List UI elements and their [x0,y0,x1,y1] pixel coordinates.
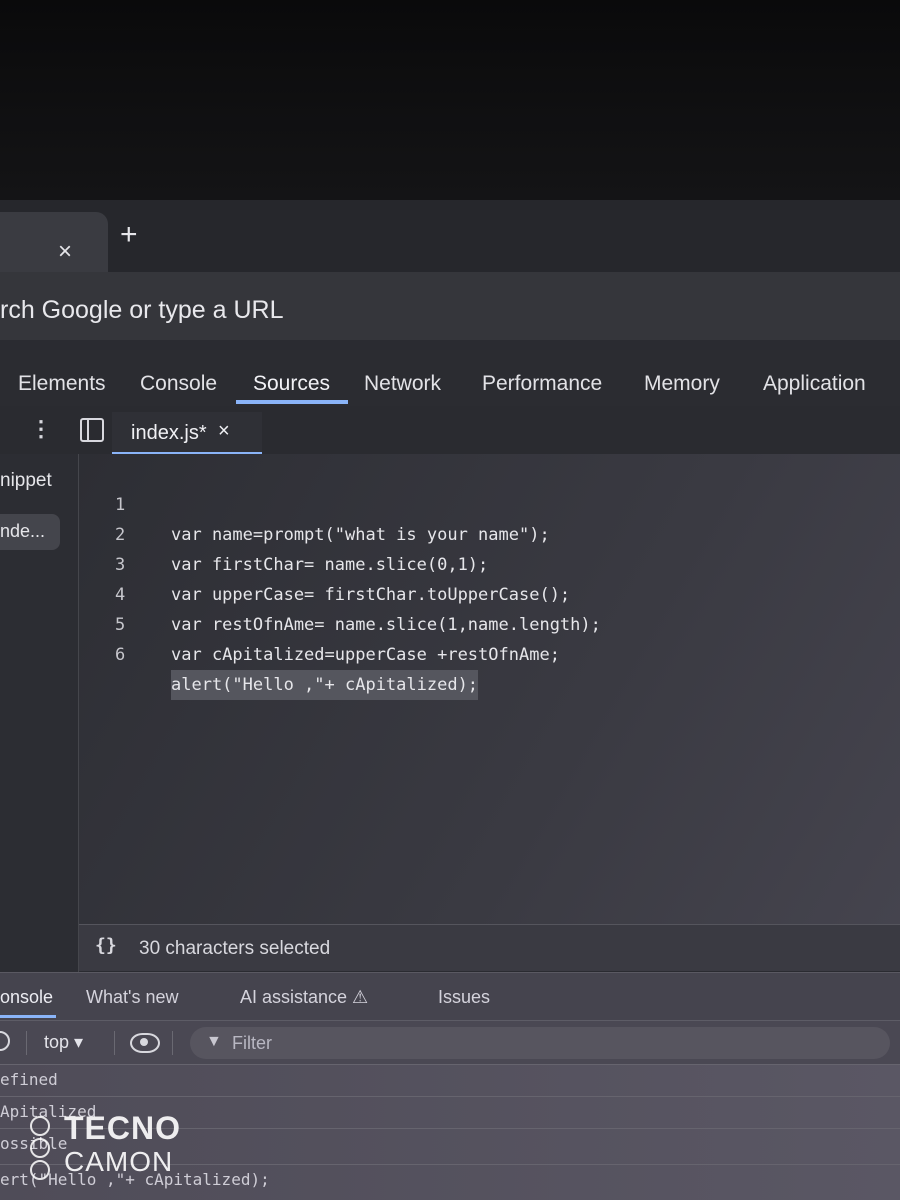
devtools-tab-bar: Elements Console Sources Network Perform… [0,350,900,407]
toolbar-divider [172,1031,173,1055]
tab-performance[interactable]: Performance [482,372,602,396]
filter-icon: ▼ [206,1033,222,1050]
tab-elements[interactable]: Elements [18,372,106,396]
watermark-brand: TECNO [64,1110,181,1146]
sources-toolbar: ⋮ index.js* × [0,406,900,455]
tab-console[interactable]: Console [140,372,217,396]
drawer-tab-issues[interactable]: Issues [438,987,490,1008]
browser-window: × + rch Google or type a URL Elements Co… [0,200,900,1200]
sources-navigator: nippet nde... [0,454,79,972]
console-filter-input[interactable]: ▼ Filter [190,1027,890,1059]
toggle-navigator-icon[interactable] [80,418,104,442]
pretty-print-icon[interactable]: {} [95,935,117,956]
active-tab-indicator [236,400,348,404]
more-options-icon[interactable]: ⋮ [30,416,52,442]
drawer-active-indicator [0,1015,56,1018]
code-line: 1 var name=prompt("what is your name"); [79,460,900,545]
navigator-snippets-tab[interactable]: nippet [0,470,52,492]
file-tab-index-js[interactable]: index.js* × [112,412,262,455]
monitor-bezel [0,0,900,200]
clear-console-icon[interactable] [0,1031,10,1051]
navigator-file-label: nde... [0,521,46,541]
console-message: efined [0,1064,900,1095]
toolbar-divider [114,1031,115,1055]
live-expression-eye-icon[interactable] [130,1033,160,1053]
browser-tab[interactable]: × [0,212,108,272]
console-toolbar: top ▾ ▼ Filter [0,1020,900,1065]
navigator-file-index[interactable]: nde... [0,514,60,550]
close-tab-icon[interactable]: × [58,238,72,266]
tab-application[interactable]: Application [763,372,866,396]
code-text: var cApitalized=upperCase +restOfnAme; [171,645,560,665]
camera-logo-icon [28,1116,50,1180]
tab-memory[interactable]: Memory [644,372,720,396]
address-bar-placeholder: rch Google or type a URL [0,296,284,324]
code-line: 3 var upperCase= firstChar.toUpperCase()… [79,520,900,605]
tab-strip: × + [0,200,900,272]
code-text-selection: alert("Hello ,"+ cApitalized); [171,670,479,700]
new-tab-button[interactable]: + [120,218,138,252]
context-selector[interactable]: top ▾ [44,1032,83,1053]
code-line: 4 var restOfnAme= name.slice(1,name.leng… [79,550,900,635]
code-editor[interactable]: 1 var name=prompt("what is your name"); … [79,454,900,924]
tab-network[interactable]: Network [364,372,441,396]
watermark-model: CAMON [64,1146,174,1177]
selection-status: 30 characters selected [139,938,331,959]
toolbar-divider [26,1031,27,1055]
camera-watermark: TECNO CAMON [28,1110,198,1180]
drawer-tab-ai-assistance[interactable]: AI assistance ⚠ [240,987,368,1008]
drawer-tab-console[interactable]: onsole [0,987,53,1008]
code-line-selected: 6 alert("Hello ,"+ cApitalized); [79,610,900,700]
editor-status-bar: {} 30 characters selected [79,924,900,971]
close-file-icon[interactable]: × [218,420,230,443]
code-line: 5 var cApitalized=upperCase +restOfnAme; [79,580,900,665]
line-number: 6 [115,645,126,665]
address-bar[interactable]: rch Google or type a URL [0,272,900,340]
file-tab-label: index.js* [131,422,207,444]
filter-placeholder: Filter [232,1033,272,1053]
drawer-tab-bar: onsole What's new AI assistance ⚠ Issues [0,972,900,1021]
code-line: 2 var firstChar= name.slice(0,1); [79,490,900,575]
tab-sources[interactable]: Sources [253,372,330,396]
drawer-tab-whats-new[interactable]: What's new [86,987,178,1008]
